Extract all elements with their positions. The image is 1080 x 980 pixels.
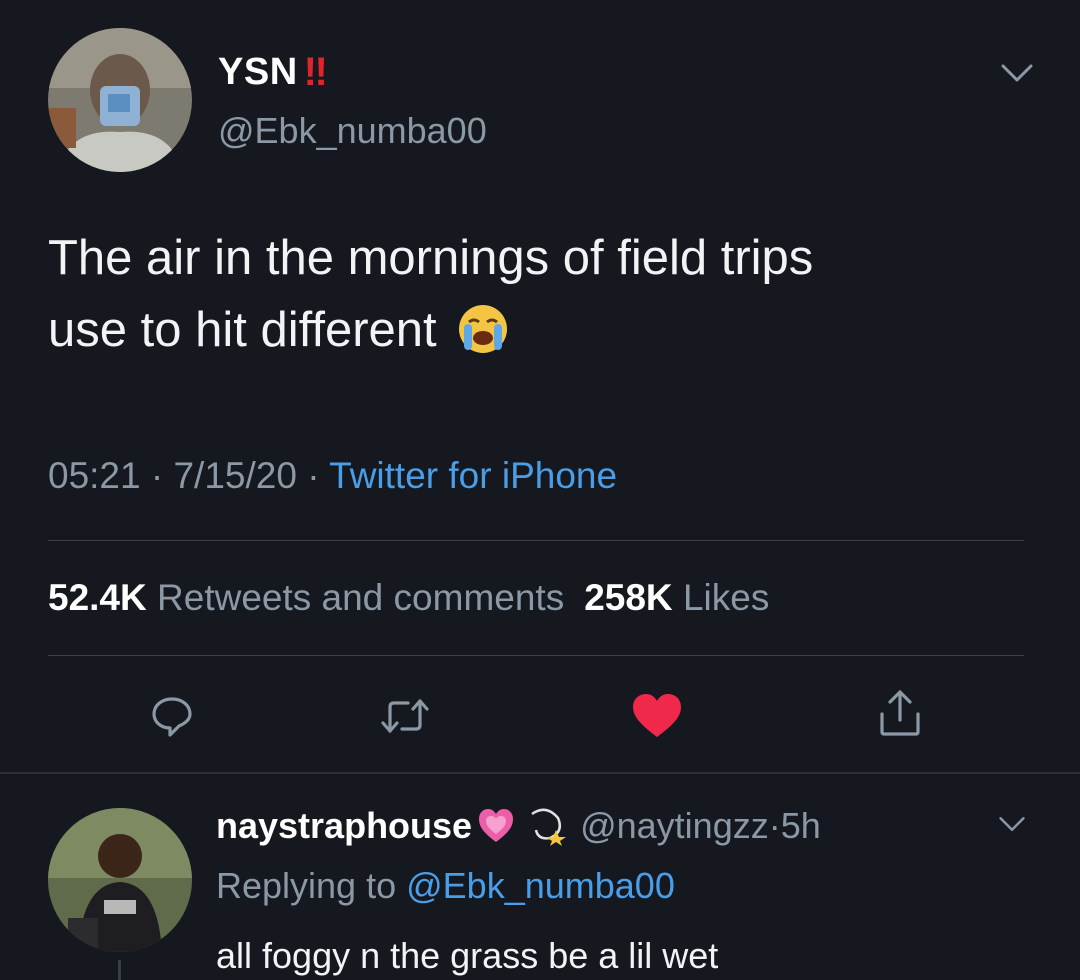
reply-user-avatar[interactable] <box>48 808 192 952</box>
share-icon <box>880 690 920 736</box>
divider <box>48 655 1024 656</box>
retweets-label: Retweets and comments <box>157 577 565 618</box>
replying-mention[interactable]: @Ebk_numba00 <box>406 865 675 906</box>
tweet-separator <box>0 772 1080 774</box>
tweet-text-line-content: use to hit different <box>48 303 437 357</box>
reply-icon <box>152 697 192 737</box>
tweet-text-line: The air in the mornings of field trips <box>48 231 814 285</box>
display-name-text: YSN <box>218 51 298 93</box>
reply-time: 5h <box>780 805 821 846</box>
likes-label: Likes <box>682 577 770 618</box>
tweet-text-line: use to hit different <box>48 294 1008 366</box>
divider <box>48 540 1024 541</box>
share-button[interactable] <box>870 683 930 743</box>
reply-display-name[interactable]: naystraphouse <box>216 805 472 847</box>
user-avatar[interactable] <box>48 28 192 172</box>
thread-line <box>118 960 121 980</box>
main-tweet: YSN ‼ @Ebk_numba00 The air in the mornin… <box>0 0 1080 770</box>
retweet-button[interactable] <box>375 686 435 746</box>
engagement-stats: 52.4K Retweets and comments 258K Likes <box>48 577 769 619</box>
reply-chevron-down-icon[interactable] <box>998 815 1026 833</box>
user-handle[interactable]: @Ebk_numba00 <box>218 110 487 152</box>
reply-button[interactable] <box>142 686 202 746</box>
replying-label: Replying to <box>216 865 397 906</box>
tweet-date: 7/15/20 <box>173 455 297 496</box>
retweets-count: 52.4K <box>48 577 147 618</box>
loudly-crying-face-emoji <box>459 305 508 354</box>
tweet-metadata: 05:21 · 7/15/20 · Twitter for iPhone <box>48 455 618 496</box>
reply-text: all foggy n the grass be a lil wet <box>216 935 719 976</box>
growing-heart-emoji <box>479 809 514 842</box>
replying-to: Replying to @Ebk_numba00 <box>216 865 675 907</box>
tweet-source[interactable]: Twitter for iPhone <box>329 455 617 496</box>
heart-icon <box>633 694 681 737</box>
retweets-stat[interactable]: 52.4K Retweets and comments <box>48 577 564 618</box>
like-button[interactable] <box>627 686 687 746</box>
dizzy-emoji <box>531 808 567 846</box>
likes-count: 258K <box>584 577 673 618</box>
reply-header: naystraphouse @naytingzz · 5h <box>216 805 821 847</box>
reply-handle[interactable]: @naytingzz <box>580 805 769 847</box>
tweet-text: The air in the mornings of field trips u… <box>48 222 1008 366</box>
chevron-down-icon[interactable] <box>1000 62 1034 84</box>
likes-stat[interactable]: 258K Likes <box>584 577 769 618</box>
tweet-time: 05:21 <box>48 455 141 496</box>
retweet-icon <box>381 699 429 733</box>
display-name[interactable]: YSN ‼ <box>218 50 328 95</box>
double-exclamation-emoji: ‼ <box>303 50 328 94</box>
